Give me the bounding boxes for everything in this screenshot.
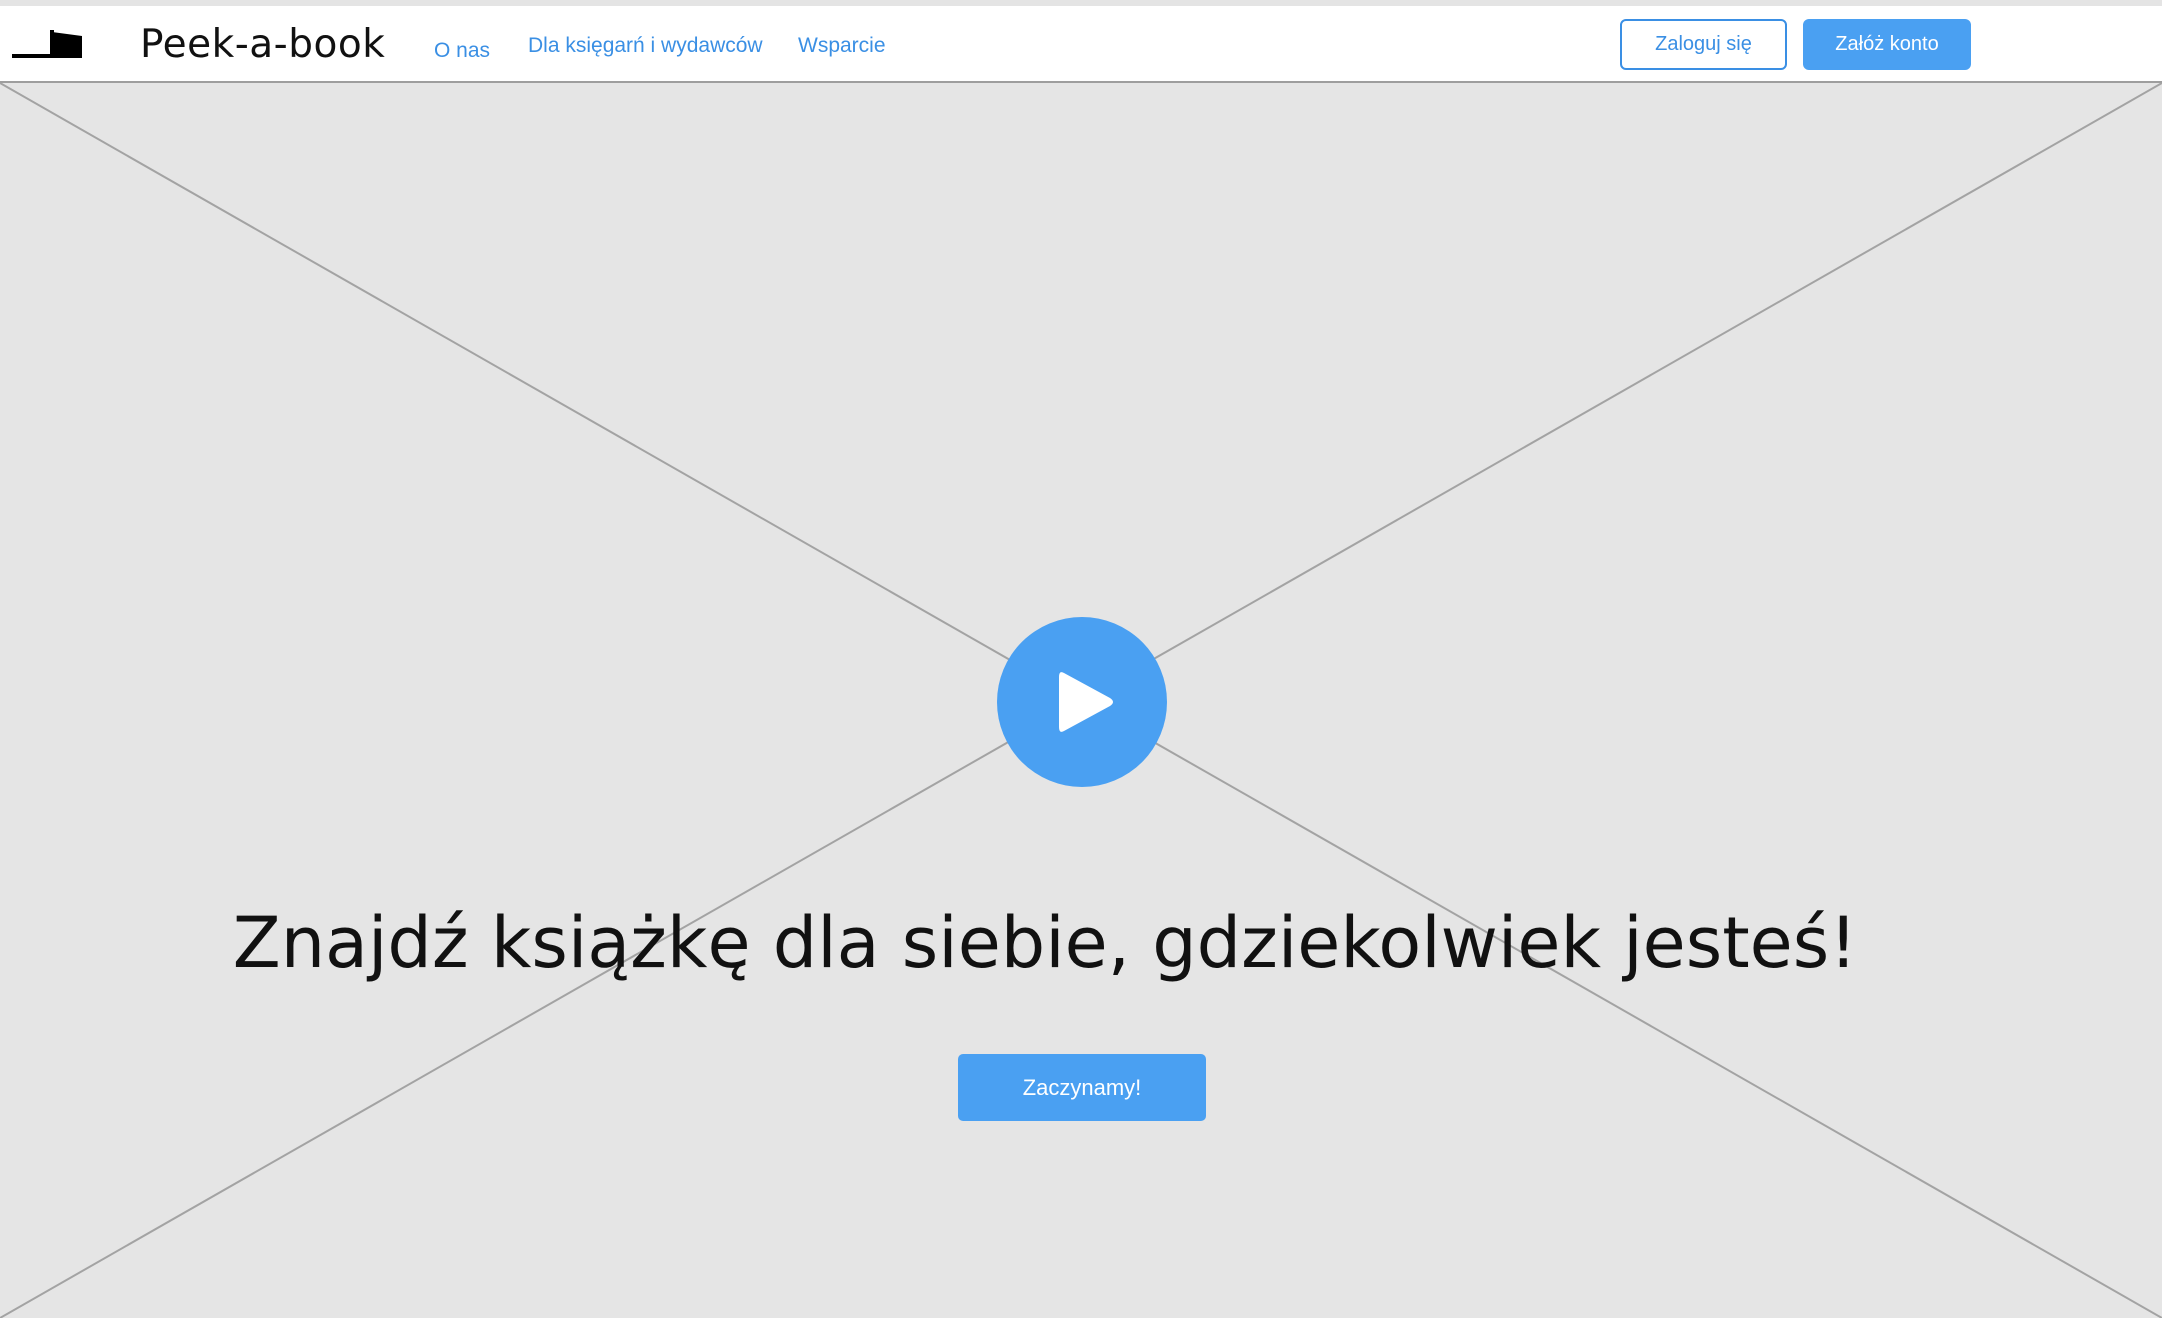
play-button[interactable] bbox=[997, 617, 1167, 787]
play-icon bbox=[1059, 672, 1113, 732]
nav-link-for-stores-publishers[interactable]: Dla księgarń i wydawców bbox=[528, 26, 763, 66]
hero-headline: Znajdź książkę dla siebie, gdziekolwiek … bbox=[232, 902, 1858, 984]
top-navbar: Peek-a-book O nas Dla księgarń i wydawcó… bbox=[0, 6, 2162, 83]
nav-link-about[interactable]: O nas bbox=[434, 31, 490, 71]
nav-link-support[interactable]: Wsparcie bbox=[798, 26, 886, 66]
book-peek-logo-icon[interactable] bbox=[12, 28, 82, 64]
get-started-button[interactable]: Zaczynamy! bbox=[958, 1054, 1206, 1121]
brand-name[interactable]: Peek-a-book bbox=[140, 20, 385, 70]
register-button[interactable]: Załóż konto bbox=[1803, 19, 1971, 70]
login-button[interactable]: Zaloguj się bbox=[1620, 19, 1787, 70]
landing-page: Peek-a-book O nas Dla księgarń i wydawcó… bbox=[0, 0, 2162, 1318]
hero-video-section: Znajdź książkę dla siebie, gdziekolwiek … bbox=[0, 83, 2162, 1318]
